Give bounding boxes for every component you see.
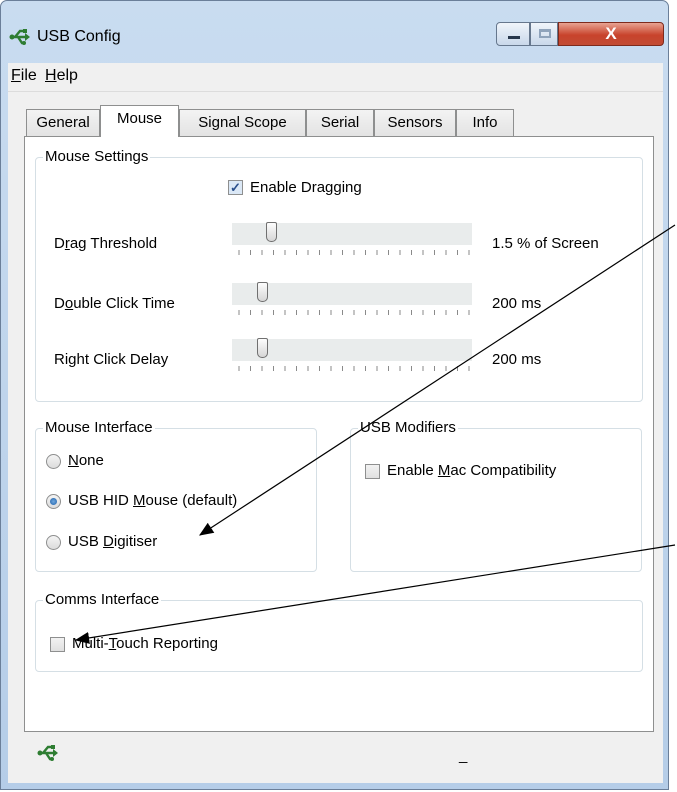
maximize-icon bbox=[539, 29, 551, 38]
multi-touch-label: Multi-Touch Reporting bbox=[72, 635, 218, 652]
tab-signal-scope[interactable]: Signal Scope bbox=[179, 109, 306, 136]
tab-serial[interactable]: Serial bbox=[306, 109, 374, 136]
mouse-settings-group: Mouse Settings ✓ Enable Dragging Drag Th… bbox=[35, 148, 643, 402]
mouse-tab-panel: Mouse Settings ✓ Enable Dragging Drag Th… bbox=[24, 136, 654, 732]
tab-info[interactable]: Info bbox=[456, 109, 514, 136]
mouse-settings-legend: Mouse Settings bbox=[43, 148, 151, 165]
radio-usb-digitiser[interactable] bbox=[46, 535, 61, 550]
menu-help-mnemonic: H bbox=[45, 67, 57, 84]
tab-mouse[interactable]: Mouse bbox=[100, 105, 179, 137]
double-click-time-ticks bbox=[238, 310, 470, 315]
radio-none-label: None bbox=[68, 452, 104, 469]
right-click-delay-ticks bbox=[238, 366, 470, 371]
mouse-interface-legend: Mouse Interface bbox=[43, 419, 155, 436]
title-bar[interactable]: USB Config X bbox=[1, 1, 668, 63]
window-title: USB Config bbox=[37, 28, 121, 45]
mac-compatibility-label: Enable Mac Compatibility bbox=[387, 462, 557, 479]
radio-usb-hid-mouse-label: USB HID Mouse (default) bbox=[68, 492, 238, 509]
menu-file[interactable]: File bbox=[11, 67, 37, 85]
usb-modifiers-group: USB Modifiers Enable Mac Compatibility bbox=[350, 419, 642, 572]
comms-interface-group: Comms Interface Multi-Touch Reporting bbox=[35, 591, 643, 672]
enable-dragging-label: Enable Dragging bbox=[250, 179, 362, 196]
double-click-time-label: Double Click Time bbox=[54, 295, 175, 312]
radio-none[interactable] bbox=[46, 454, 61, 469]
right-click-delay-thumb[interactable] bbox=[256, 338, 268, 358]
menu-bar: File Help bbox=[8, 63, 663, 92]
mouse-interface-group: Mouse Interface None USB HID Mouse (defa… bbox=[35, 419, 317, 572]
minimize-button[interactable] bbox=[496, 22, 530, 46]
right-click-delay-label: Right Click Delay bbox=[54, 351, 169, 368]
drag-threshold-label: Drag Threshold bbox=[54, 235, 158, 252]
minimize-icon bbox=[508, 36, 520, 39]
right-click-delay-value: 200 ms bbox=[492, 351, 542, 368]
status-text: _ bbox=[459, 747, 468, 764]
tab-sensors[interactable]: Sensors bbox=[374, 109, 456, 136]
usb-icon bbox=[9, 29, 30, 45]
drag-threshold-value: 1.5 % of Screen bbox=[492, 235, 599, 252]
menu-help-label: elp bbox=[56, 67, 78, 84]
menu-file-label: ile bbox=[20, 67, 37, 84]
tab-general[interactable]: General bbox=[26, 109, 100, 136]
right-click-delay-slider[interactable] bbox=[232, 339, 472, 361]
drag-threshold-ticks bbox=[238, 250, 470, 255]
status-usb-icon bbox=[37, 745, 58, 761]
mac-compatibility-checkbox[interactable] bbox=[365, 464, 380, 479]
comms-interface-legend: Comms Interface bbox=[43, 591, 162, 608]
double-click-time-slider[interactable] bbox=[232, 283, 472, 305]
close-button[interactable]: X bbox=[558, 22, 664, 46]
double-click-time-thumb[interactable] bbox=[256, 282, 268, 302]
client-area: General Mouse Signal Scope Serial Sensor… bbox=[8, 92, 663, 783]
close-icon: X bbox=[605, 24, 617, 43]
menu-help[interactable]: Help bbox=[45, 67, 78, 85]
enable-dragging-checkbox[interactable]: ✓ bbox=[228, 180, 243, 195]
multi-touch-checkbox[interactable] bbox=[50, 637, 65, 652]
usb-modifiers-legend: USB Modifiers bbox=[358, 419, 458, 436]
radio-usb-digitiser-label: USB Digitiser bbox=[68, 533, 158, 550]
maximize-button[interactable] bbox=[530, 22, 558, 46]
radio-usb-hid-mouse[interactable] bbox=[46, 494, 61, 509]
menu-file-mnemonic: F bbox=[11, 67, 21, 84]
drag-threshold-thumb[interactable] bbox=[265, 222, 277, 242]
double-click-time-value: 200 ms bbox=[492, 295, 542, 312]
app-window: USB Config X File Help General Mouse Sig… bbox=[0, 0, 669, 790]
